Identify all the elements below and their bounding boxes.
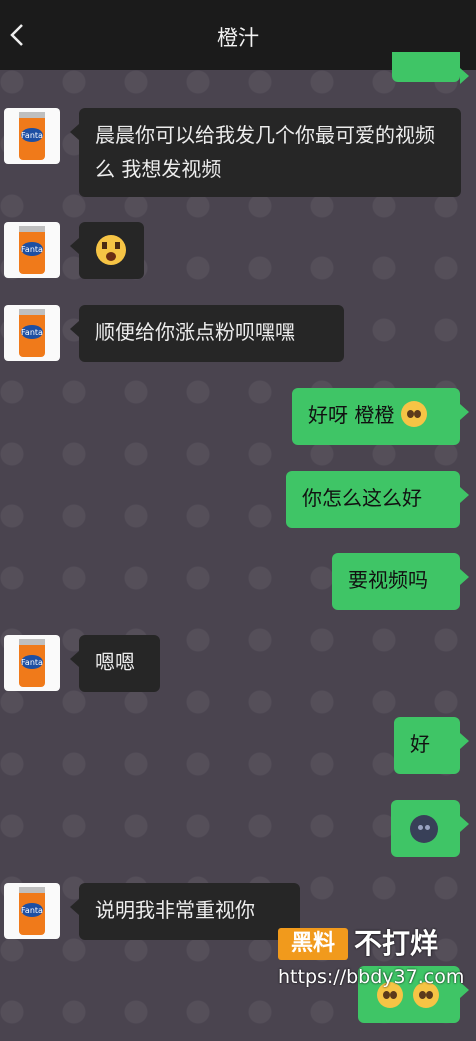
contact-avatar[interactable]: Fanta: [4, 222, 60, 278]
message-bubble-outgoing[interactable]: 好: [394, 717, 469, 774]
fanta-can-icon: Fanta: [19, 309, 45, 357]
fanta-can-icon: Fanta: [19, 112, 45, 160]
message-bubble-incoming[interactable]: 嗯嗯: [70, 635, 160, 692]
fanta-can-icon: Fanta: [19, 639, 45, 687]
message-bubble-outgoing[interactable]: 你怎么这么好: [286, 471, 469, 528]
message-bubble-outgoing[interactable]: 好呀 橙橙: [292, 388, 469, 445]
svg-text:Fanta: Fanta: [21, 906, 43, 915]
chat-title: 橙汁: [217, 26, 259, 50]
watermark-overlay: 黑料 不打烊 https://bbdy37.com: [278, 926, 476, 992]
message-bubble-outgoing-partial[interactable]: [392, 52, 469, 84]
contact-avatar[interactable]: Fanta: [4, 635, 60, 691]
svg-text:Fanta: Fanta: [21, 245, 43, 254]
message-bubble-incoming[interactable]: 晨晨你可以给我发几个你最可爱的视频么 我想发视频: [70, 108, 461, 197]
pleading-face-emoji-icon: [400, 401, 427, 427]
message-text: 要视频吗: [348, 568, 428, 592]
message-text: 说明我非常重视你: [95, 898, 255, 922]
svg-text:Fanta: Fanta: [21, 658, 43, 667]
message-text: 晨晨你可以给我发几个你最可爱的视频么 我想发视频: [95, 123, 435, 181]
message-text: 好: [410, 732, 430, 756]
dark-moon-face-emoji-icon: [410, 815, 438, 843]
message-text: 顺便给你涨点粉呗嘿嘿: [95, 320, 295, 344]
watermark-url: https://bbdy37.com: [278, 966, 465, 988]
contact-avatar[interactable]: Fanta: [4, 305, 60, 361]
fanta-can-icon: Fanta: [19, 226, 45, 274]
message-text: 嗯嗯: [95, 650, 135, 674]
message-text: 你怎么这么好: [302, 486, 422, 510]
surprised-face-emoji-icon: [96, 235, 126, 265]
message-bubble-incoming[interactable]: 说明我非常重视你: [70, 883, 300, 940]
message-bubble-outgoing[interactable]: [391, 800, 469, 857]
contact-avatar[interactable]: Fanta: [4, 108, 60, 164]
svg-text:Fanta: Fanta: [21, 131, 43, 140]
message-bubble-outgoing[interactable]: 要视频吗: [332, 553, 469, 610]
fanta-can-icon: Fanta: [19, 887, 45, 935]
message-bubble-incoming[interactable]: 顺便给你涨点粉呗嘿嘿: [70, 305, 344, 362]
contact-avatar[interactable]: Fanta: [4, 883, 60, 939]
watermark-text: 不打烊: [354, 927, 439, 960]
watermark-badge: 黑料: [278, 928, 348, 960]
message-bubble-incoming[interactable]: [70, 222, 144, 279]
message-text: 好呀 橙橙: [308, 403, 395, 427]
svg-text:Fanta: Fanta: [21, 328, 43, 337]
